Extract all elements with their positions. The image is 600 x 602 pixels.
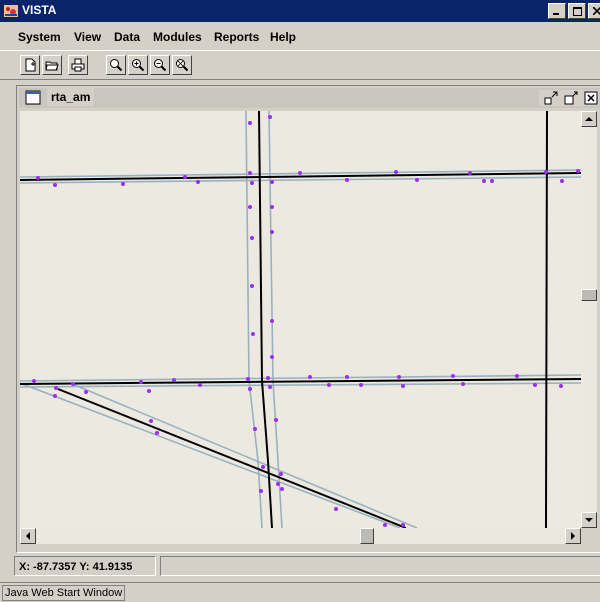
close-button[interactable] (588, 3, 600, 19)
menu-reports[interactable]: Reports (214, 30, 259, 44)
menu-view[interactable]: View (74, 30, 101, 44)
zoom-extent-icon (176, 59, 189, 72)
zoom-button[interactable] (106, 55, 126, 75)
close-icon (593, 7, 600, 15)
arrow-left-icon (26, 532, 30, 540)
zoom-out-icon (154, 59, 167, 72)
status-message-panel (160, 556, 600, 576)
title-bar[interactable]: VISTA (0, 0, 600, 22)
document-icon (25, 90, 41, 105)
open-folder-icon (45, 61, 59, 71)
menu-help[interactable]: Help (270, 30, 296, 44)
scroll-down-button[interactable] (581, 512, 597, 528)
zoom-extent-button[interactable] (172, 55, 192, 75)
menu-data[interactable]: Data (114, 30, 140, 44)
internal-frame-title: rta_am (47, 88, 95, 106)
maximize-button[interactable] (568, 3, 586, 19)
vertical-scroll-thumb[interactable] (581, 289, 597, 301)
map-internal-frame: rta_am (16, 85, 600, 553)
scroll-left-button[interactable] (20, 528, 36, 544)
arrow-up-icon (585, 117, 593, 121)
close-icon (584, 91, 598, 105)
coordinate-readout: X: -87.7357 Y: 41.9135 (14, 556, 156, 576)
road-network (20, 111, 581, 528)
frame-maximize-button[interactable] (563, 90, 579, 106)
zoom-in-icon (132, 59, 145, 72)
status-bar: X: -87.7357 Y: 41.9135 (14, 556, 600, 578)
minimize-icon (553, 13, 559, 15)
internal-frame-titlebar[interactable]: rta_am (19, 88, 600, 108)
new-document-icon (25, 58, 36, 72)
vertical-scrollbar[interactable] (581, 111, 597, 528)
zoom-out-button[interactable] (150, 55, 170, 75)
horizontal-scrollbar[interactable] (20, 528, 581, 544)
toolbar (0, 50, 600, 80)
maximize-icon (572, 6, 582, 16)
vista-app-icon (4, 5, 18, 17)
java-web-start-label: Java Web Start Window (2, 585, 126, 601)
scroll-right-button[interactable] (565, 528, 581, 544)
zoom-in-button[interactable] (128, 55, 148, 75)
menu-bar: System View Data Modules Reports Help (0, 28, 600, 48)
open-button[interactable] (42, 55, 62, 75)
window-title: VISTA (22, 3, 57, 17)
minimize-button[interactable] (548, 3, 566, 19)
menu-modules[interactable]: Modules (153, 30, 202, 44)
menu-system[interactable]: System (18, 30, 61, 44)
arrow-right-icon (571, 532, 575, 540)
restore-icon (564, 91, 578, 105)
print-button[interactable] (68, 55, 88, 75)
application-window: VISTA System View Data Modules Reports H… (0, 0, 600, 602)
java-web-start-bar: Java Web Start Window (0, 582, 600, 602)
arrow-down-icon (585, 518, 593, 522)
zoom-icon (110, 59, 123, 72)
new-button[interactable] (20, 55, 40, 75)
frame-close-button[interactable] (583, 90, 599, 106)
iconify-button[interactable] (543, 90, 559, 106)
scroll-up-button[interactable] (581, 111, 597, 127)
print-icon (71, 58, 85, 72)
road-diagonal (57, 388, 407, 528)
iconify-icon (544, 91, 558, 105)
horizontal-scroll-thumb[interactable] (360, 528, 374, 544)
map-canvas[interactable] (20, 111, 581, 528)
